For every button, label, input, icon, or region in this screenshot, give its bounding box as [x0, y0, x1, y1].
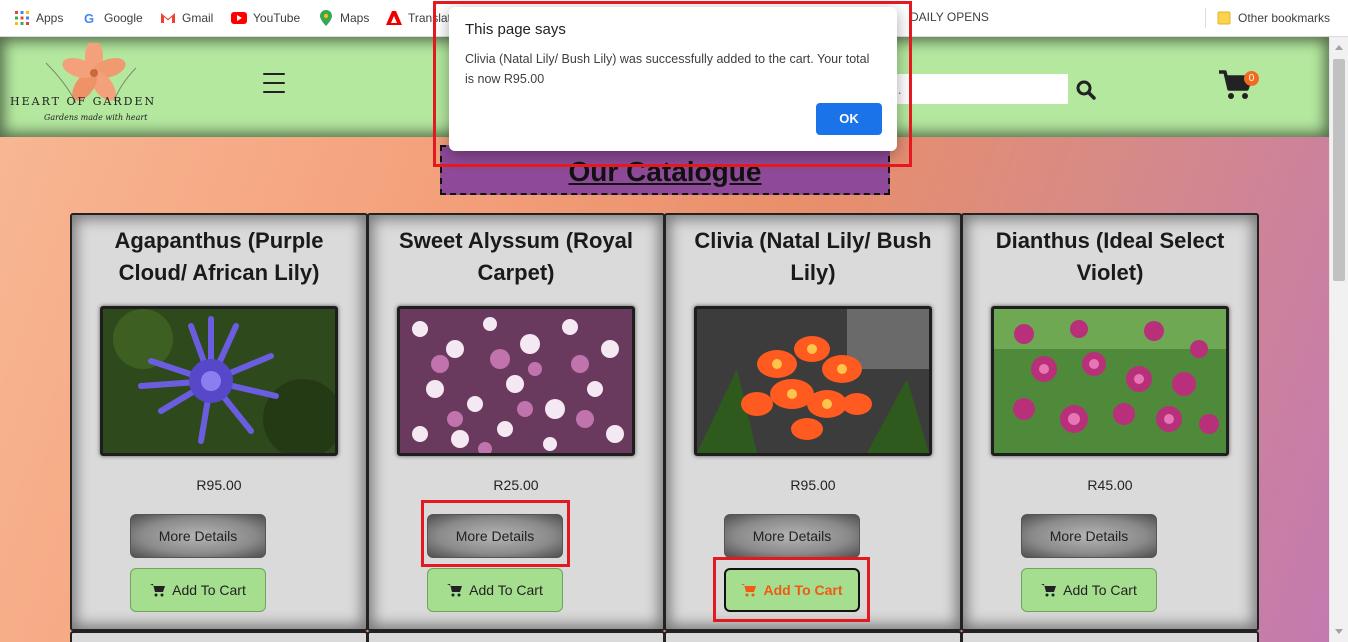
bookmark-translate[interactable]: Translat [386, 10, 451, 26]
more-details-button[interactable]: More Details [724, 514, 860, 558]
product-card: Dianthus (Ideal Select Violet) R45.00 Mo… [961, 213, 1259, 631]
scrollbar-thumb[interactable] [1333, 59, 1345, 281]
dialog-ok-button[interactable]: OK [816, 103, 882, 135]
hamburger-menu-icon[interactable] [263, 73, 285, 93]
bookmark-daily-opens[interactable]: DAILY OPENS [910, 10, 989, 24]
product-card-next-row [367, 631, 665, 642]
add-to-cart-button[interactable]: Add To Cart [130, 568, 266, 612]
product-image-agapanthus[interactable] [100, 306, 338, 456]
add-to-cart-label: Add To Cart [469, 582, 543, 598]
product-image-dianthus[interactable] [991, 306, 1229, 456]
logo-text: HEART OF GARDEN [10, 95, 157, 108]
site-logo[interactable]: HEART OF GARDEN Gardens made with heart [6, 40, 176, 131]
alert-dialog: This page says Clivia (Natal Lily/ Bush … [449, 7, 897, 151]
product-price: R25.00 [493, 477, 539, 493]
add-to-cart-label: Add To Cart [763, 582, 843, 598]
catalogue-title: Our Catalogue [440, 145, 890, 195]
youtube-icon [231, 10, 247, 26]
search-icon[interactable] [1074, 78, 1098, 102]
cart-icon [447, 584, 463, 597]
bookmark-google[interactable]: G Google [82, 10, 143, 26]
svg-text:G: G [84, 11, 94, 25]
more-details-button[interactable]: More Details [1021, 514, 1157, 558]
bookmark-youtube[interactable]: YouTube [231, 10, 300, 26]
cart-icon [150, 584, 166, 597]
bookmark-label: DAILY OPENS [910, 10, 989, 24]
adobe-icon [386, 10, 402, 26]
apps-grid-icon [14, 10, 30, 26]
scroll-down-icon[interactable] [1335, 629, 1343, 634]
other-bookmarks[interactable]: Other bookmarks [1216, 10, 1330, 26]
product-name: Dianthus (Ideal Select Violet) [995, 228, 1225, 285]
dialog-title: This page says [465, 21, 566, 38]
dialog-message: Clivia (Natal Lily/ Bush Lily) was succe… [465, 52, 870, 86]
more-details-button[interactable]: More Details [427, 514, 563, 558]
product-name: Agapanthus (Purple Cloud/ African Lily) [114, 228, 324, 285]
add-to-cart-label: Add To Cart [1063, 582, 1137, 598]
product-image-clivia[interactable] [694, 306, 932, 456]
search-input[interactable] [880, 74, 1068, 104]
google-icon: G [82, 10, 98, 26]
add-to-cart-button[interactable]: Add To Cart [724, 568, 860, 612]
cart-icon [741, 584, 757, 597]
more-details-button[interactable]: More Details [130, 514, 266, 558]
product-name: Sweet Alyssum (Royal Carpet) [399, 228, 633, 285]
cart-icon [1041, 584, 1057, 597]
bookmark-label: Other bookmarks [1238, 11, 1331, 25]
product-card-next-row [70, 631, 368, 642]
bookmark-label: YouTube [253, 11, 301, 25]
bookmarks-divider [1205, 8, 1206, 28]
folder-icon [1216, 10, 1232, 26]
bookmark-label: Maps [340, 11, 370, 25]
cart-button[interactable]: 0 [1218, 69, 1259, 105]
add-to-cart-label: Add To Cart [172, 582, 246, 598]
bookmark-label: Google [104, 11, 143, 25]
scroll-up-icon[interactable] [1335, 45, 1343, 50]
bookmark-maps[interactable]: Maps [318, 10, 369, 26]
bookmark-gmail[interactable]: Gmail [160, 10, 213, 26]
product-price: R45.00 [1087, 477, 1133, 493]
product-card-next-row [664, 631, 962, 642]
bookmark-label: Translat [408, 11, 451, 25]
gmail-icon [160, 10, 176, 26]
product-card: Sweet Alyssum (Royal Carpet) R25.00 More… [367, 213, 665, 631]
add-to-cart-button[interactable]: Add To Cart [427, 568, 563, 612]
add-to-cart-button[interactable]: Add To Cart [1021, 568, 1157, 612]
logo-tagline: Gardens made with heart [44, 113, 148, 122]
product-card: Agapanthus (Purple Cloud/ African Lily) … [70, 213, 368, 631]
bookmark-label: Apps [36, 11, 64, 25]
bookmark-apps[interactable]: Apps [14, 10, 63, 26]
product-price: R95.00 [790, 477, 836, 493]
bookmark-label: Gmail [182, 11, 214, 25]
cart-count-badge: 0 [1244, 71, 1259, 86]
product-card-next-row [961, 631, 1259, 642]
maps-icon [318, 10, 334, 26]
product-card: Clivia (Natal Lily/ Bush Lily) R95.00 Mo… [664, 213, 962, 631]
product-name: Clivia (Natal Lily/ Bush Lily) [694, 228, 932, 285]
vertical-scrollbar[interactable] [1329, 37, 1348, 642]
product-price: R95.00 [196, 477, 242, 493]
product-image-sweet-alyssum[interactable] [397, 306, 635, 456]
